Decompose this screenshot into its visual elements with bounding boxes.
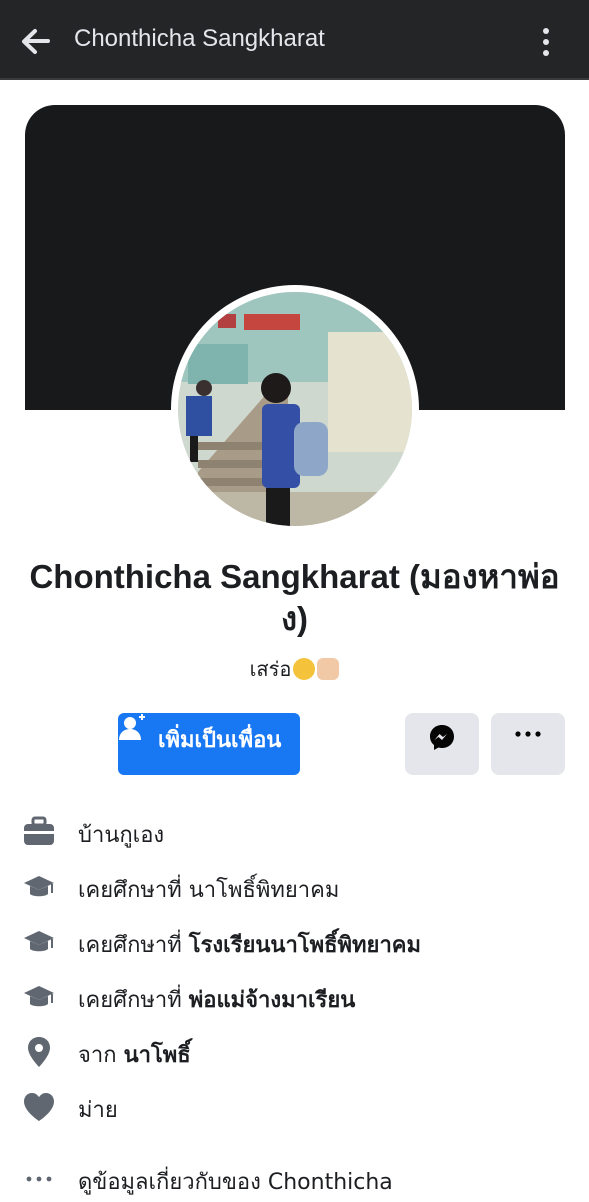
see-about-info[interactable]: ดูข้อมูลเกี่ยวกับของ Chonthicha xyxy=(22,1162,582,1202)
info-text: ดูข้อมูลเกี่ยวกับของ Chonthicha xyxy=(78,1170,393,1195)
add-friend-button[interactable]: เพิ่มเป็นเพื่อน xyxy=(118,713,300,775)
info-link[interactable]: พ่อแม่จ้างมาเรียน xyxy=(189,988,356,1013)
info-workplace: บ้านกูเอง xyxy=(22,815,582,855)
more-dots-icon xyxy=(26,1176,52,1182)
info-text: บ้านกูเอง xyxy=(78,823,165,848)
info-education-1: เคยศึกษาที่ นาโพธิ์พิทยาคม xyxy=(22,870,582,910)
info-text: เคยศึกษาที่ โรงเรียนนาโพธิ์พิทยาคม xyxy=(78,933,422,958)
page-title: Chonthicha Sangkharat xyxy=(74,25,325,52)
info-education-3: เคยศึกษาที่ พ่อแม่จ้างมาเรียน xyxy=(22,980,582,1020)
messenger-button[interactable] xyxy=(405,713,479,775)
info-link[interactable]: โรงเรียนนาโพธิ์พิทยาคม xyxy=(189,933,421,958)
info-text: เคยศึกษาที่ นาโพธิ์พิทยาคม xyxy=(78,878,340,903)
more-actions-button[interactable] xyxy=(491,713,565,775)
profile-name: Chonthicha Sangkharat (มองหาพ่อง) xyxy=(29,558,560,637)
messenger-icon xyxy=(430,725,454,750)
more-dots-icon xyxy=(515,731,541,737)
graduation-cap-icon xyxy=(24,931,54,952)
top-app-bar: Chonthicha Sangkharat xyxy=(0,0,589,80)
more-options-icon[interactable] xyxy=(530,24,562,60)
info-text: เคยศึกษาที่ พ่อแม่จ้างมาเรียน xyxy=(78,988,356,1013)
add-friend-label: เพิ่มเป็นเพื่อน xyxy=(158,728,282,753)
profile-bio: เสร่อ xyxy=(0,653,589,685)
info-education-2: เคยศึกษาที่ โรงเรียนนาโพธิ์พิทยาคม xyxy=(22,925,582,965)
graduation-cap-icon xyxy=(24,986,54,1007)
info-link[interactable]: นาโพธิ์ xyxy=(124,1043,191,1068)
info-text: จาก นาโพธิ์ xyxy=(78,1043,191,1068)
profile-avatar[interactable] xyxy=(178,292,412,526)
location-pin-icon xyxy=(28,1037,50,1067)
info-hometown: จาก นาโพธิ์ xyxy=(22,1035,582,1075)
fist-bump-emoji xyxy=(317,658,340,680)
unamused-face-emoji xyxy=(293,658,316,680)
info-text: ม่าย xyxy=(78,1098,118,1123)
briefcase-icon xyxy=(24,816,54,845)
bio-text: เสร่อ xyxy=(249,657,292,681)
info-relationship: ม่าย xyxy=(22,1090,582,1130)
add-person-icon xyxy=(119,714,145,740)
back-arrow-icon[interactable] xyxy=(14,20,58,64)
heart-icon xyxy=(24,1093,54,1121)
graduation-cap-icon xyxy=(24,876,54,897)
